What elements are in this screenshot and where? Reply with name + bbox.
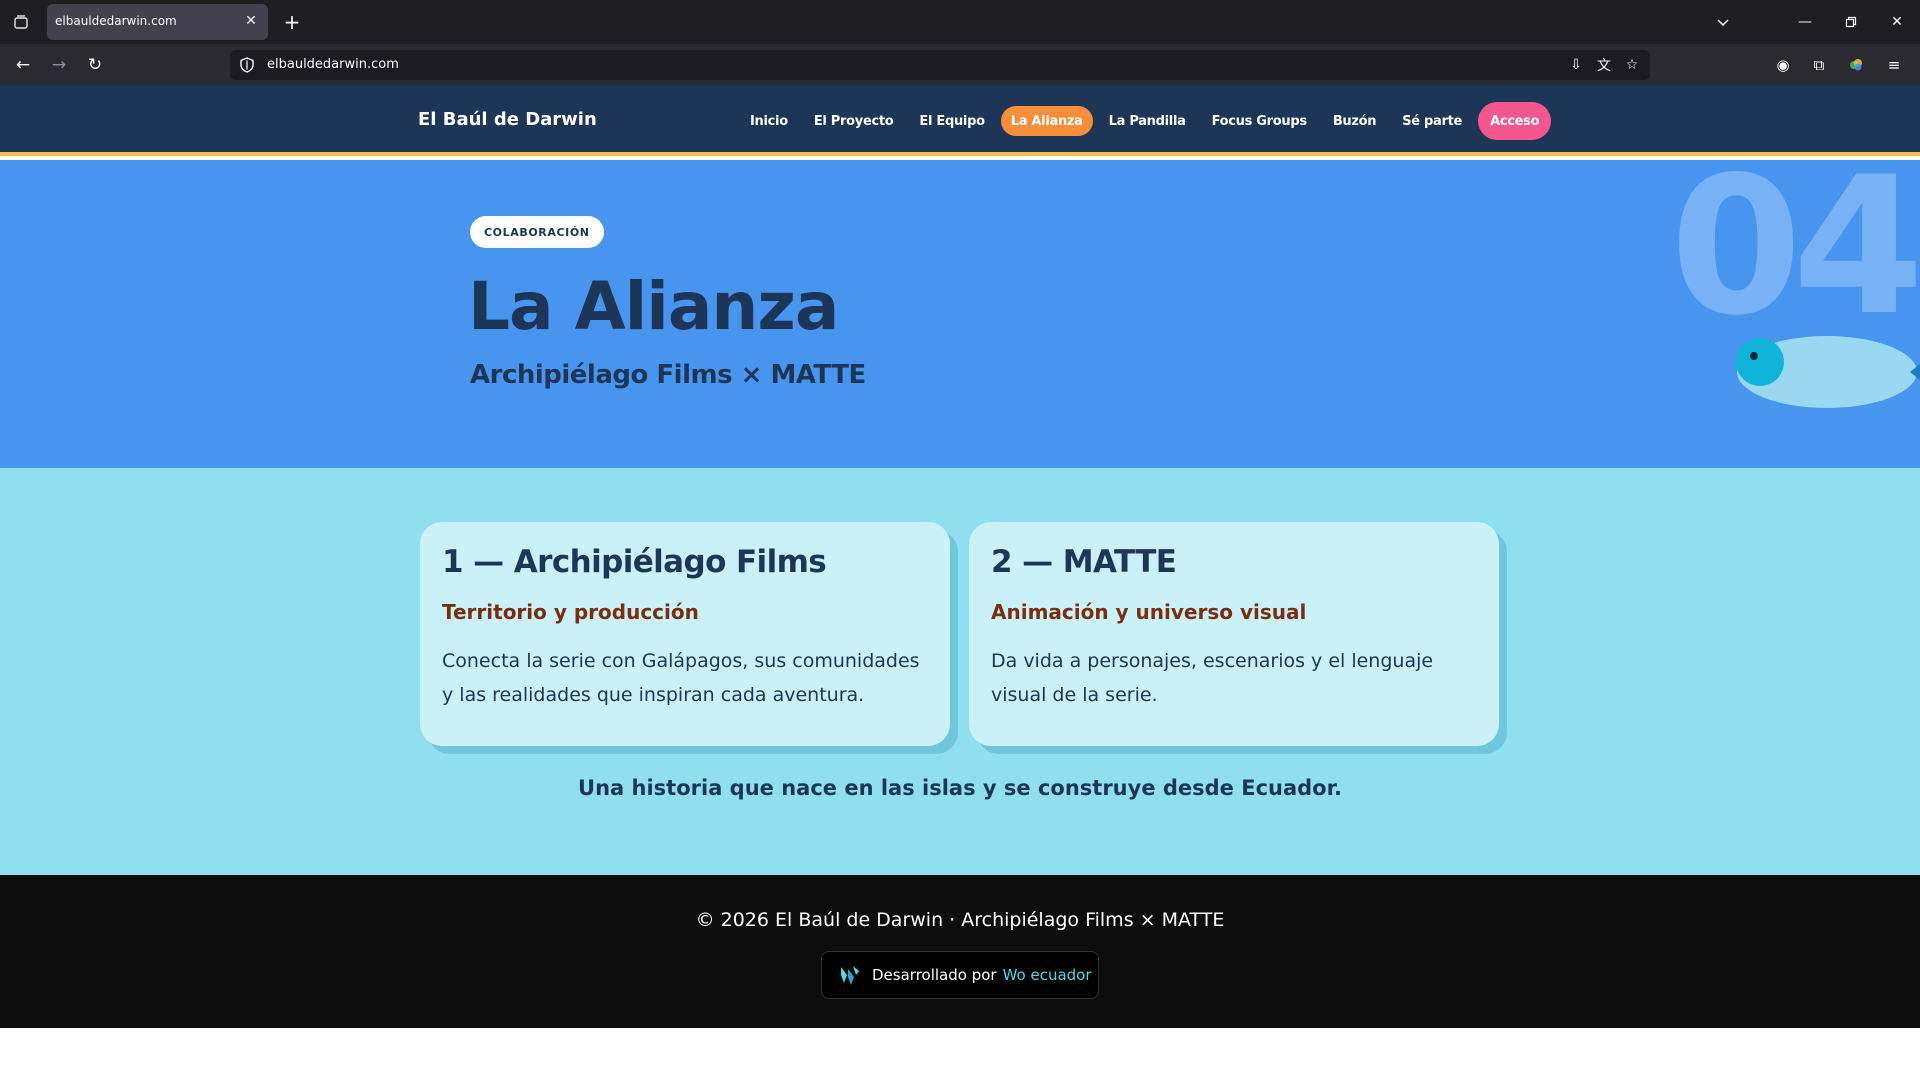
wo-ecuador-logo-icon xyxy=(841,966,859,985)
partner-card-matte: 2 — MATTE Animación y universo visual Da… xyxy=(969,522,1499,746)
new-tab-icon[interactable]: + xyxy=(280,10,304,34)
save-page-icon[interactable]: ⇩ xyxy=(1566,55,1586,75)
nav-focus-groups[interactable]: Focus Groups xyxy=(1202,106,1317,136)
restore-svg xyxy=(1845,16,1857,28)
card-title: 1 — Archipiélago Films xyxy=(442,544,827,580)
url-text[interactable]: elbauldedarwin.com xyxy=(267,57,399,72)
close-tab-icon[interactable]: ✕ xyxy=(242,12,260,30)
hero-section: 04 COLABORACIÓN La Alianza Archipiélago … xyxy=(0,160,1920,468)
extension-color-svg xyxy=(1850,59,1862,71)
section-number: 04 xyxy=(1670,160,1920,357)
nav-el-proyecto[interactable]: El Proyecto xyxy=(804,106,904,136)
nav-la-pandilla[interactable]: La Pandilla xyxy=(1099,106,1196,136)
site-brand[interactable]: El Baúl de Darwin xyxy=(418,109,597,130)
tab-list-svg xyxy=(14,15,28,29)
site-header: El Baúl de Darwin Inicio El Proyecto El … xyxy=(0,85,1920,156)
extension-color-icon[interactable] xyxy=(1845,54,1867,76)
tab-title: elbauldedarwin.com xyxy=(55,14,177,28)
developer-credit[interactable]: Desarrollado por Wo ecuador xyxy=(821,951,1099,999)
browser-tab[interactable]: elbauldedarwin.com ✕ xyxy=(47,4,268,40)
forward-icon[interactable]: → xyxy=(46,52,72,78)
menu-icon[interactable]: ≡ xyxy=(1883,54,1905,76)
bookmark-star-icon[interactable]: ☆ xyxy=(1622,55,1642,75)
card-role: Territorio y producción xyxy=(442,600,699,624)
nav-el-equipo[interactable]: El Equipo xyxy=(909,106,994,136)
nav-se-parte[interactable]: Sé parte xyxy=(1392,106,1472,136)
extensions-icon[interactable]: ⧉ xyxy=(1808,54,1830,76)
partners-section: 1 — Archipiélago Films Territorio y prod… xyxy=(0,468,1920,875)
browser-toolbar: ← → ↻ elbauldedarwin.com ⇩ 文 ☆ ◉ ⧉ ≡ xyxy=(0,44,1920,85)
credit-text: Desarrollado por xyxy=(872,966,997,984)
page-subtitle: Archipiélago Films × MATTE xyxy=(470,360,866,390)
tab-list-icon[interactable] xyxy=(10,11,32,33)
fish-illustration-icon xyxy=(1736,336,1920,408)
partner-card-archipielago: 1 — Archipiélago Films Territorio y prod… xyxy=(420,522,950,746)
card-description: Conecta la serie con Galápagos, sus comu… xyxy=(442,650,920,706)
nav-inicio[interactable]: Inicio xyxy=(740,106,798,136)
close-window-icon[interactable]: ✕ xyxy=(1884,10,1910,34)
site-nav: Inicio El Proyecto El Equipo La Alianza … xyxy=(740,102,1552,140)
back-icon[interactable]: ← xyxy=(10,52,36,78)
page-title: La Alianza xyxy=(468,268,839,345)
browser-tab-bar: elbauldedarwin.com ✕ + — ✕ xyxy=(0,0,1920,44)
restore-icon[interactable] xyxy=(1838,10,1864,34)
reload-icon[interactable]: ↻ xyxy=(82,52,108,78)
shield-icon[interactable] xyxy=(238,56,256,74)
account-icon[interactable]: ◉ xyxy=(1772,54,1794,76)
translate-icon[interactable]: 文 xyxy=(1594,55,1614,75)
footer-copyright: © 2026 El Baúl de Darwin · Archipiélago … xyxy=(695,909,1225,931)
address-bar[interactable]: elbauldedarwin.com ⇩ 文 ☆ xyxy=(230,50,1650,80)
nav-la-alianza[interactable]: La Alianza xyxy=(1000,106,1093,136)
section-badge: COLABORACIÓN xyxy=(470,216,604,248)
card-title: 2 — MATTE xyxy=(991,544,1177,580)
site-footer: © 2026 El Baúl de Darwin · Archipiélago … xyxy=(0,875,1920,1028)
chevron-down-svg xyxy=(1717,19,1729,27)
partners-tagline: Una historia que nace en las islas y se … xyxy=(578,776,1342,800)
credit-link[interactable]: Wo ecuador xyxy=(1003,966,1092,984)
nav-buzon[interactable]: Buzón xyxy=(1323,106,1386,136)
card-description: Da vida a personajes, escenarios y el le… xyxy=(991,650,1434,706)
acceso-button[interactable]: Acceso xyxy=(1478,102,1552,140)
card-role: Animación y universo visual xyxy=(991,600,1307,624)
chevron-down-icon[interactable] xyxy=(1710,10,1736,34)
minimize-icon[interactable]: — xyxy=(1792,10,1818,34)
